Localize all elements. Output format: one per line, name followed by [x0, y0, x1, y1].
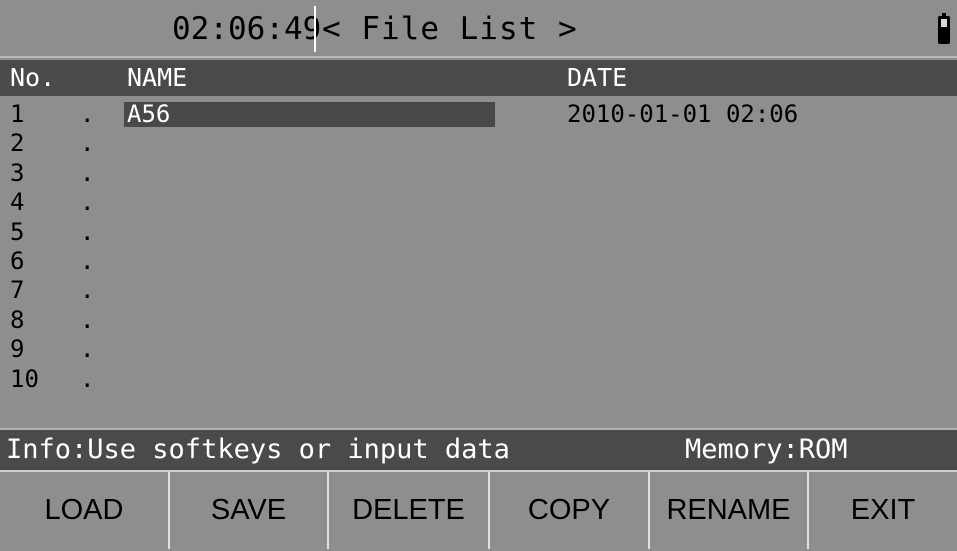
info-message: Info:Use softkeys or input data	[6, 434, 510, 465]
file-row[interactable]: 7 .	[0, 276, 957, 305]
file-row[interactable]: 10 .	[0, 365, 957, 394]
file-row[interactable]: 3 .	[0, 159, 957, 188]
page-title: < File List >	[322, 11, 578, 47]
file-row-number: 2	[10, 129, 25, 158]
file-row-name[interactable]: A56	[124, 102, 495, 127]
file-row-number: 4	[10, 188, 25, 217]
file-row-dot: .	[80, 100, 95, 128]
file-row-dot: .	[80, 364, 95, 393]
file-row-number: 1	[10, 100, 25, 128]
file-row-name[interactable]	[124, 131, 495, 156]
title-divider	[314, 6, 316, 52]
file-list: 1 . A56 2010-01-01 02:06 2 . 3 . 4 . 5 .	[0, 100, 957, 426]
load-button[interactable]: LOAD	[0, 472, 170, 549]
file-row[interactable]: 6 .	[0, 247, 957, 276]
file-row[interactable]: 9 .	[0, 335, 957, 364]
file-row-dot: .	[80, 305, 95, 334]
file-row-number: 10	[10, 364, 39, 393]
file-row-dot: .	[80, 129, 95, 158]
exit-button[interactable]: EXIT	[809, 472, 957, 549]
file-row-dot: .	[80, 188, 95, 217]
file-row-number: 3	[10, 158, 25, 187]
delete-button[interactable]: DELETE	[329, 472, 490, 549]
file-row-name[interactable]	[124, 161, 495, 186]
column-header-name: NAME	[127, 63, 188, 92]
file-row-dot: .	[80, 276, 95, 305]
rename-button[interactable]: RENAME	[650, 472, 809, 549]
file-row-date: 2010-01-01 02:06	[567, 100, 799, 128]
file-row-name[interactable]	[124, 220, 495, 245]
file-row-dot: .	[80, 247, 95, 275]
file-row-name[interactable]	[124, 249, 495, 274]
file-row-dot: .	[80, 335, 95, 364]
clock: 02:06:49	[172, 11, 322, 47]
file-row-name[interactable]	[124, 190, 495, 215]
copy-button[interactable]: COPY	[490, 472, 650, 549]
column-header-date: DATE	[567, 63, 628, 92]
file-row-dot: .	[80, 217, 95, 246]
file-row-number: 9	[10, 335, 25, 364]
file-row[interactable]: 1 . A56 2010-01-01 02:06	[0, 100, 957, 129]
file-row-number: 7	[10, 276, 25, 305]
file-row-number: 6	[10, 247, 25, 275]
file-row-number: 5	[10, 217, 25, 246]
title-bar: 02:06:49 < File List >	[0, 0, 957, 58]
file-row-name[interactable]	[124, 367, 495, 392]
info-bar: Info:Use softkeys or input data Memory:R…	[0, 428, 957, 470]
file-row-name[interactable]	[124, 308, 495, 333]
battery-icon	[938, 13, 950, 44]
list-header: No. NAME DATE	[0, 60, 957, 96]
file-row-name[interactable]	[124, 278, 495, 303]
softkey-bar: LOAD SAVE DELETE COPY RENAME EXIT	[0, 470, 957, 551]
instrument-screen: 02:06:49 < File List > No. NAME DATE 1 .…	[0, 0, 957, 551]
file-row[interactable]: 4 .	[0, 188, 957, 217]
file-row-dot: .	[80, 158, 95, 187]
save-button[interactable]: SAVE	[170, 472, 329, 549]
memory-indicator: Memory:ROM	[685, 434, 848, 465]
file-row[interactable]: 5 .	[0, 218, 957, 247]
file-row-number: 8	[10, 305, 25, 334]
column-header-no: No.	[10, 63, 56, 92]
file-row[interactable]: 8 .	[0, 306, 957, 335]
file-row[interactable]: 2 .	[0, 129, 957, 158]
file-row-name[interactable]	[124, 337, 495, 362]
